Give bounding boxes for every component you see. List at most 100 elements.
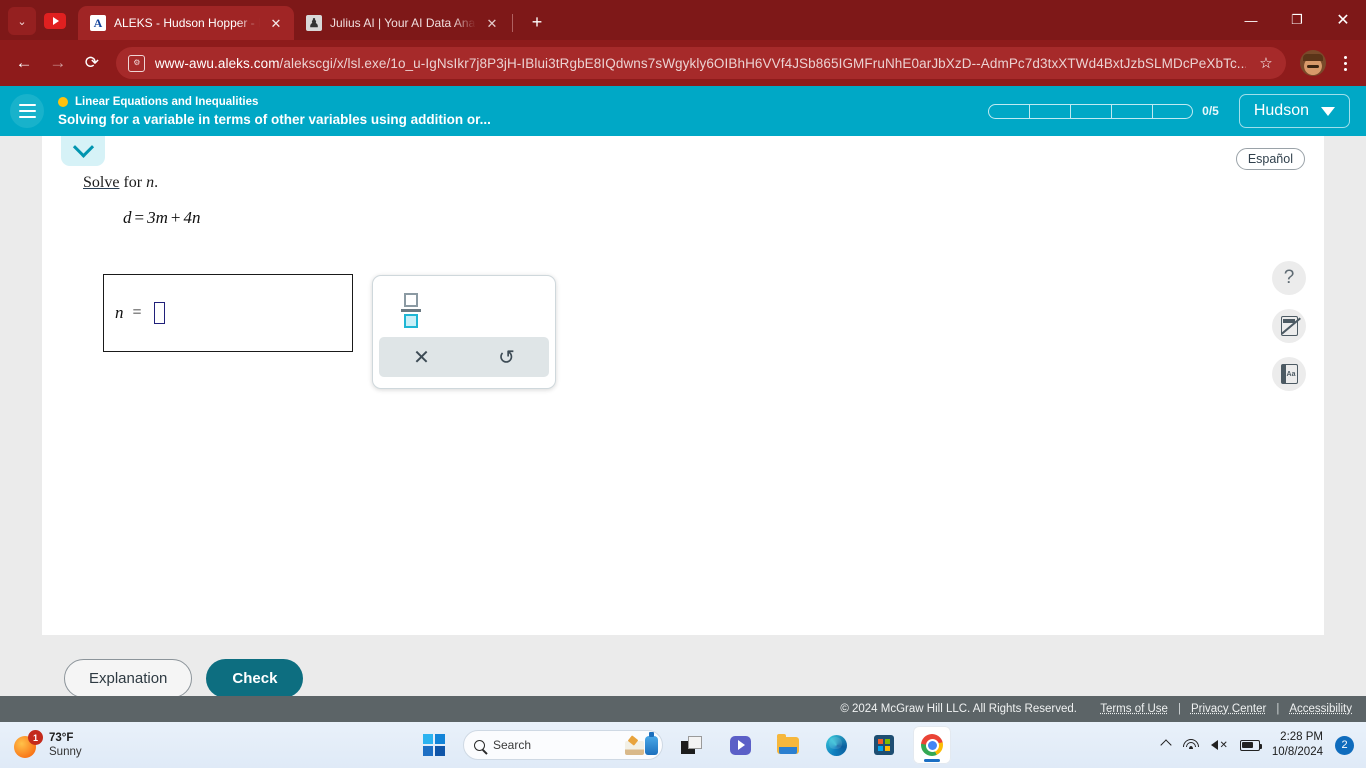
clear-icon[interactable]: ✕ <box>379 337 464 377</box>
progress-segment <box>1152 103 1194 119</box>
progress-indicator: 0/5 <box>988 103 1219 119</box>
system-tray: ✕ 2:28 PM 10/8/2024 2 <box>1160 730 1366 760</box>
file-explorer-button[interactable] <box>769 726 807 764</box>
equation-lhs: d <box>123 208 132 227</box>
tab-julius-ai[interactable]: ♟ Julius AI | Your AI Data Analyst ✕ <box>294 6 510 40</box>
edge-button[interactable] <box>817 726 855 764</box>
keypad-action-row: ✕ ↺ <box>379 337 549 377</box>
microsoft-store-button[interactable] <box>865 726 903 764</box>
reload-icon[interactable]: ⟳ <box>76 47 108 79</box>
url-text: www-awu.aleks.com/alekscgi/x/lsl.exe/1o_… <box>155 56 1246 71</box>
chevron-down-icon <box>72 136 94 158</box>
store-icon <box>874 735 894 755</box>
progress-count: 0/5 <box>1202 104 1219 118</box>
teams-button[interactable] <box>721 726 759 764</box>
profile-avatar[interactable] <box>1300 50 1327 76</box>
undo-icon[interactable]: ↺ <box>464 337 549 377</box>
fraction-denominator-box <box>404 313 418 328</box>
side-toolbar: ? Aa <box>1272 261 1306 391</box>
answer-cursor-field[interactable] <box>153 302 165 324</box>
terms-of-use-link[interactable]: Terms of Use <box>1100 703 1168 715</box>
help-icon[interactable]: ? <box>1272 261 1306 295</box>
julius-favicon: ♟ <box>306 15 322 31</box>
progress-segment <box>1029 103 1071 119</box>
chevron-down-icon <box>1321 106 1335 116</box>
forward-icon[interactable]: → <box>42 47 74 79</box>
search-placeholder: Search <box>493 738 532 752</box>
book-icon <box>625 740 644 755</box>
volume-muted-icon[interactable]: ✕ <box>1211 740 1228 751</box>
taskbar-center: Search <box>415 726 951 764</box>
edge-icon <box>825 734 847 756</box>
weather-badge: 1 <box>28 730 43 745</box>
kebab-menu-icon[interactable] <box>1332 55 1358 71</box>
aleks-favicon: A <box>90 15 106 31</box>
browser-window: ⌄ A ALEKS - Hudson Hopper - Lear ✕ ♟ Jul… <box>0 0 1366 722</box>
question-card: Español Solve for n. d = 3m +4n n = ✕ ↺ … <box>42 136 1324 635</box>
progress-segment <box>1111 103 1153 119</box>
clock[interactable]: 2:28 PM 10/8/2024 <box>1272 730 1323 760</box>
fraction-icon[interactable] <box>395 287 427 333</box>
search-icon <box>474 739 485 751</box>
address-bar[interactable]: ⚙ www-awu.aleks.com/alekscgi/x/lsl.exe/1… <box>115 47 1287 79</box>
tab-strip: ⌄ A ALEKS - Hudson Hopper - Lear ✕ ♟ Jul… <box>0 0 1366 40</box>
back-icon[interactable]: ← <box>8 47 40 79</box>
close-window-button[interactable]: ✕ <box>1320 0 1366 40</box>
minimize-button[interactable]: — <box>1228 0 1274 40</box>
prompt-rest: for <box>119 174 147 191</box>
plus-sign: + <box>170 208 181 227</box>
start-button[interactable] <box>415 726 453 764</box>
status-dot-icon <box>58 96 68 107</box>
user-name: Hudson <box>1253 102 1309 119</box>
show-hidden-icons-icon[interactable] <box>1160 739 1173 751</box>
tab-divider <box>512 14 513 32</box>
copyright-text: © 2024 McGraw Hill LLC. All Rights Reser… <box>840 703 1077 715</box>
chrome-icon <box>921 734 943 756</box>
taskbar-search-box[interactable]: Search <box>463 730 663 760</box>
task-view-button[interactable] <box>673 726 711 764</box>
site-settings-icon[interactable]: ⚙ <box>127 54 145 72</box>
check-button[interactable]: Check <box>206 659 304 698</box>
accessibility-link[interactable]: Accessibility <box>1289 703 1352 715</box>
browser-toolbar: ← → ⟳ ⚙ www-awu.aleks.com/alekscgi/x/lsl… <box>0 40 1366 86</box>
clock-time: 2:28 PM <box>1280 731 1323 744</box>
tab-aleks[interactable]: A ALEKS - Hudson Hopper - Lear ✕ <box>78 6 294 40</box>
explanation-button[interactable]: Explanation <box>64 659 193 698</box>
tab-search-button[interactable]: ⌄ <box>8 7 36 35</box>
notification-badge[interactable]: 2 <box>1335 735 1354 755</box>
equation-term-2: 4n <box>183 208 201 227</box>
new-tab-button[interactable]: + <box>523 8 551 36</box>
footer-separator: | <box>1276 703 1280 715</box>
chevron-down-icon: ⌄ <box>17 15 27 28</box>
wifi-icon[interactable] <box>1182 738 1199 752</box>
bookmark-star-icon[interactable]: ☆ <box>1256 54 1276 72</box>
user-menu-button[interactable]: Hudson <box>1238 94 1350 128</box>
bottle-icon <box>645 731 658 755</box>
topic-text: Linear Equations and Inequalities <box>75 95 259 108</box>
fraction-bar <box>401 308 421 312</box>
hamburger-menu-icon[interactable] <box>10 94 44 128</box>
close-icon[interactable]: ✕ <box>268 17 284 30</box>
footer-separator <box>1077 703 1100 715</box>
weather-widget[interactable]: 1 73°F Sunny <box>0 730 82 760</box>
maximize-button[interactable]: ❐ <box>1274 0 1320 40</box>
calculator-disabled-icon[interactable] <box>1272 309 1306 343</box>
battery-icon[interactable] <box>1239 739 1263 751</box>
youtube-pinned-icon[interactable] <box>42 8 68 34</box>
solve-link[interactable]: Solve <box>83 174 119 191</box>
glossary-icon[interactable]: Aa <box>1272 357 1306 391</box>
weather-temperature: 73°F <box>49 731 74 744</box>
privacy-center-link[interactable]: Privacy Center <box>1191 703 1266 715</box>
page-viewport: Linear Equations and Inequalities Solvin… <box>0 86 1366 722</box>
espanol-toggle-button[interactable]: Español <box>1235 148 1305 170</box>
chrome-button[interactable] <box>913 726 951 764</box>
header-titles: Linear Equations and Inequalities Solvin… <box>58 96 491 127</box>
prompt-period: . <box>154 174 159 191</box>
close-icon[interactable]: ✕ <box>484 17 500 30</box>
page-footer: © 2024 McGraw Hill LLC. All Rights Reser… <box>0 696 1366 722</box>
clock-date: 10/8/2024 <box>1271 746 1323 758</box>
question-prompt: Solve for n. <box>83 174 158 192</box>
search-illustration <box>625 731 658 755</box>
collapse-panel-button[interactable] <box>61 136 105 166</box>
answer-input-box[interactable]: n = <box>103 274 353 352</box>
